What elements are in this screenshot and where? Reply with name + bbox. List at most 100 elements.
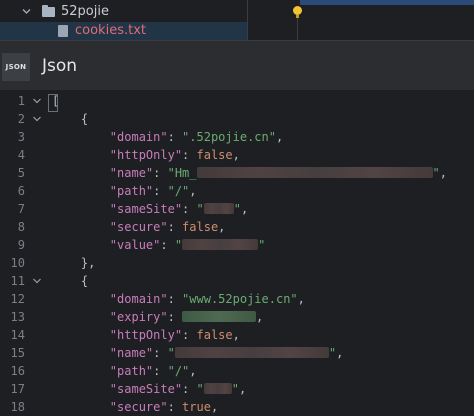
code-line: 18 "secure": true, bbox=[0, 398, 474, 416]
code-line: 14 "httpOnly": false, bbox=[0, 326, 474, 344]
fold-chevron-icon[interactable] bbox=[33, 115, 41, 123]
code-text: "secure": true, bbox=[109, 400, 219, 414]
code-line: 13 "expiry": , bbox=[0, 308, 474, 326]
code-line: 11 { bbox=[0, 272, 474, 290]
json-key: "sameSite" bbox=[109, 202, 183, 216]
code-line: 12 "domain": "www.52pojie.cn", bbox=[0, 290, 474, 308]
code-text: "name": "Hm_ ", bbox=[109, 166, 447, 180]
json-key: "value" bbox=[109, 238, 161, 252]
redacted-value bbox=[174, 347, 329, 358]
redacted-value bbox=[182, 239, 259, 250]
open-bracket: [ bbox=[52, 94, 60, 108]
code-line: 16 "path": "/", bbox=[0, 362, 474, 380]
code-text: "sameSite": " ", bbox=[109, 382, 247, 396]
file-label: cookies.txt bbox=[75, 23, 146, 38]
json-key: "domain" bbox=[109, 292, 168, 306]
code-text: "expiry": , bbox=[109, 310, 264, 324]
line-number: 5 bbox=[17, 166, 25, 180]
line-number: 6 bbox=[17, 184, 25, 198]
line-number: 1 bbox=[17, 94, 25, 108]
code-line: 15 "name": " ", bbox=[0, 344, 474, 362]
code-line: 3 "domain": ".52pojie.cn", bbox=[0, 128, 474, 146]
code-text: "path": "/", bbox=[109, 364, 197, 378]
project-tree: 52pojie cookies.txt bbox=[0, 0, 247, 40]
code-text: [ bbox=[52, 92, 59, 110]
file-icon bbox=[58, 25, 68, 37]
chevron-down-icon[interactable] bbox=[22, 7, 31, 16]
folder-icon bbox=[42, 5, 55, 17]
json-key: "name" bbox=[109, 166, 154, 180]
line-number: 13 bbox=[10, 310, 25, 324]
line-number: 8 bbox=[17, 220, 25, 234]
open-brace: { bbox=[80, 112, 89, 126]
line-number: 16 bbox=[10, 364, 25, 378]
json-key: "name" bbox=[109, 346, 154, 360]
json-string: "/" bbox=[167, 364, 190, 378]
json-string: "Hm_ bbox=[167, 166, 197, 180]
code-line: 7 "sameSite": " ", bbox=[0, 200, 474, 218]
code-text: { bbox=[52, 272, 88, 290]
json-key: "sameSite" bbox=[109, 382, 183, 396]
code-text: "httpOnly": false, bbox=[109, 328, 240, 342]
line-number: 4 bbox=[17, 148, 25, 162]
tree-file-row[interactable]: cookies.txt bbox=[0, 22, 247, 40]
redacted-value bbox=[196, 167, 433, 178]
json-key: "path" bbox=[109, 364, 154, 378]
panel-title: Json bbox=[42, 56, 78, 76]
line-number: 11 bbox=[10, 274, 25, 288]
json-string: "/" bbox=[167, 184, 190, 198]
json-string: ".52pojie.cn" bbox=[182, 130, 276, 144]
line-number: 3 bbox=[17, 130, 25, 144]
json-string: "www.52pojie.cn" bbox=[182, 292, 298, 306]
code-line: 17 "sameSite": " ", bbox=[0, 380, 474, 398]
line-number: 9 bbox=[17, 238, 25, 252]
code-line: 5 "name": "Hm_ ", bbox=[0, 164, 474, 182]
line-number: 12 bbox=[10, 292, 25, 306]
json-key: "httpOnly" bbox=[109, 328, 183, 342]
divider bbox=[297, 18, 298, 40]
code-line: 10 }, bbox=[0, 254, 474, 272]
code-line: 8 "secure": false, bbox=[0, 218, 474, 236]
json-key: "expiry" bbox=[109, 310, 168, 324]
code-text: "value": " " bbox=[109, 238, 266, 252]
line-number: 15 bbox=[10, 346, 25, 360]
tree-folder-row[interactable]: 52pojie bbox=[0, 2, 247, 22]
code-text: "secure": false, bbox=[109, 220, 226, 234]
divider bbox=[247, 0, 248, 40]
fold-chevron-icon[interactable] bbox=[33, 97, 41, 105]
json-key: "secure" bbox=[109, 400, 168, 414]
redacted-value bbox=[182, 311, 257, 322]
code-line: 6 "path": "/", bbox=[0, 182, 474, 200]
json-key: "domain" bbox=[109, 130, 168, 144]
code-line: 2 { bbox=[0, 110, 474, 128]
json-key: "secure" bbox=[109, 220, 168, 234]
redacted-value bbox=[203, 203, 234, 214]
code-text: "domain": "www.52pojie.cn", bbox=[109, 292, 305, 306]
line-number: 2 bbox=[17, 112, 25, 126]
json-key: "httpOnly" bbox=[109, 148, 183, 162]
folder-label: 52pojie bbox=[61, 4, 109, 19]
lightbulb-icon[interactable] bbox=[293, 6, 302, 15]
code-editor[interactable]: 1 [ 2 { 3 "domain": ".52pojie.cn", 4 "ht… bbox=[0, 90, 474, 416]
open-brace: { bbox=[80, 274, 89, 288]
code-line: 1 [ bbox=[0, 92, 474, 112]
code-line: 4 "httpOnly": false, bbox=[0, 146, 474, 164]
json-key: "path" bbox=[109, 184, 154, 198]
redacted-value bbox=[203, 383, 232, 394]
code-text: "path": "/", bbox=[109, 184, 197, 198]
json-boolean: false bbox=[196, 148, 233, 162]
line-number: 18 bbox=[10, 400, 25, 414]
code-text: { bbox=[52, 110, 88, 128]
json-boolean: true bbox=[182, 400, 211, 414]
code-text: "sameSite": " ", bbox=[109, 202, 249, 216]
line-number: 17 bbox=[10, 382, 25, 396]
fold-chevron-icon[interactable] bbox=[33, 277, 41, 285]
code-text: "domain": ".52pojie.cn", bbox=[109, 130, 284, 144]
json-panel-header: JSON Json bbox=[0, 40, 474, 91]
selection-highlight bbox=[300, 0, 474, 5]
close-brace: }, bbox=[80, 256, 96, 270]
code-text: "name": " ", bbox=[109, 346, 344, 360]
json-boolean: false bbox=[196, 328, 233, 342]
line-number: 7 bbox=[17, 202, 25, 216]
project-tree-strip: 52pojie cookies.txt bbox=[0, 0, 474, 40]
